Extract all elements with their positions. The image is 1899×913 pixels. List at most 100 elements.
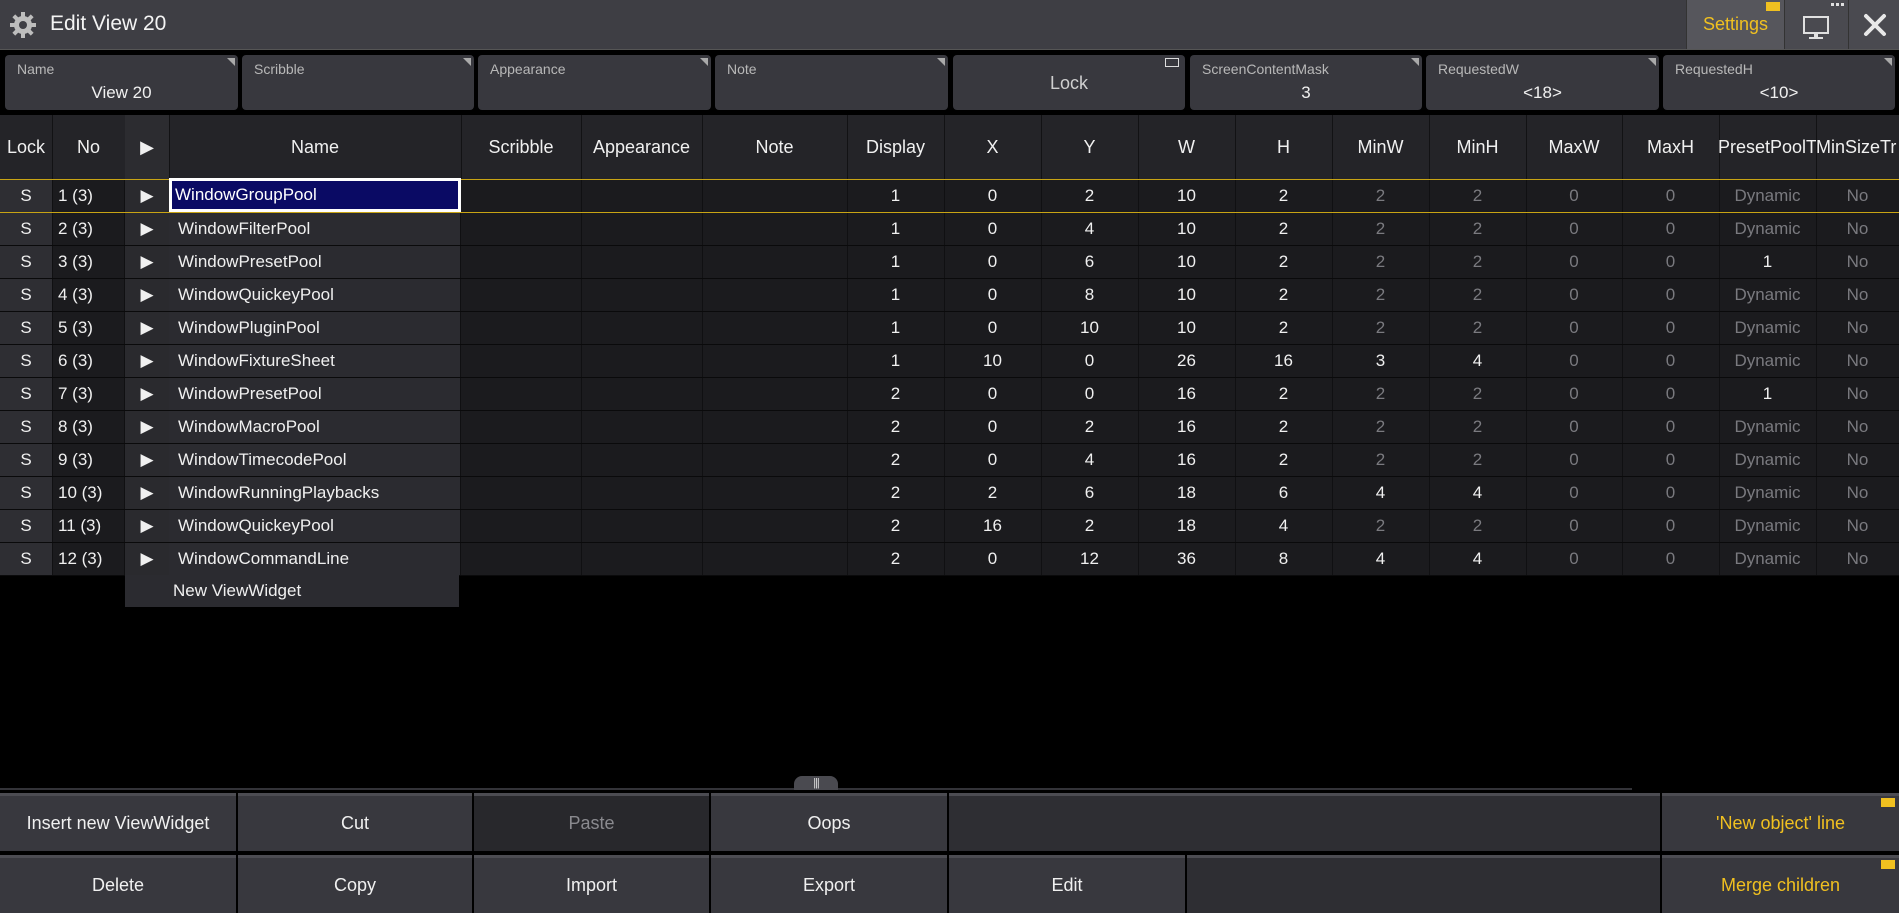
column-header-name[interactable]: Name: [169, 115, 462, 179]
cell-h[interactable]: 8: [1235, 543, 1333, 575]
cell-x[interactable]: 0: [944, 180, 1042, 212]
cell-preset-pool[interactable]: Dynamic: [1719, 279, 1817, 311]
appearance-field[interactable]: Appearance: [478, 55, 711, 110]
cell-note[interactable]: [702, 279, 848, 311]
table-row[interactable]: S2 (3) ▶ WindowFilterPool 1 0 4 10 2 2 2 0 0 Dynamic…: [0, 213, 1899, 246]
cell-display[interactable]: 1: [847, 246, 945, 278]
cell-scribble[interactable]: [461, 312, 582, 344]
cell-maxh[interactable]: 0: [1622, 444, 1720, 476]
cell-preset-pool[interactable]: Dynamic: [1719, 543, 1817, 575]
cell-appearance[interactable]: [581, 180, 703, 212]
cell-h[interactable]: 16: [1235, 345, 1333, 377]
cell-lock[interactable]: S: [0, 279, 53, 311]
cell-x[interactable]: 10: [944, 345, 1042, 377]
cell-minw[interactable]: 2: [1332, 279, 1430, 311]
scribble-field[interactable]: Scribble: [242, 55, 474, 110]
cell-display[interactable]: 2: [847, 543, 945, 575]
name-field[interactable]: Name View 20: [5, 55, 238, 110]
cell-note[interactable]: [702, 543, 848, 575]
table-row[interactable]: S7 (3) ▶ WindowPresetPool 2 0 0 16 2 2 2 0 0 1 No: [0, 378, 1899, 411]
cell-scribble[interactable]: [461, 180, 582, 212]
cell-min-size[interactable]: No: [1816, 411, 1899, 443]
display-button[interactable]: [1784, 0, 1848, 49]
oops-button[interactable]: Oops: [711, 793, 947, 851]
table-row[interactable]: S4 (3) ▶ WindowQuickeyPool 1 0 8 10 2 2 2 0 0 Dynami…: [0, 279, 1899, 312]
cell-scribble[interactable]: [461, 543, 582, 575]
cell-min-size[interactable]: No: [1816, 312, 1899, 344]
cell-maxw[interactable]: 0: [1526, 543, 1623, 575]
cell-y[interactable]: 12: [1041, 543, 1139, 575]
cell-maxh[interactable]: 0: [1622, 411, 1720, 443]
table-row[interactable]: S 10 (3) ▶ WindowRunningPlaybacks 2 2 6 18 6 4 4 0 0…: [0, 477, 1899, 510]
cell-w[interactable]: 10: [1138, 312, 1236, 344]
cell-no[interactable]: 3 (3): [52, 246, 125, 278]
insert-new-viewwidget-button[interactable]: Insert new ViewWidget: [0, 793, 236, 851]
cell-x[interactable]: 16: [944, 510, 1042, 542]
cell-minh[interactable]: 2: [1429, 312, 1527, 344]
cell-minw[interactable]: 4: [1332, 543, 1430, 575]
cell-y[interactable]: 2: [1041, 510, 1139, 542]
cell-maxh[interactable]: 0: [1622, 279, 1720, 311]
cell-min-size[interactable]: No: [1816, 444, 1899, 476]
table-row[interactable]: S6 (3) ▶ WindowFixtureSheet 1 10 0 26 16 3 4 0 0 Dyn…: [0, 345, 1899, 378]
cell-maxw[interactable]: 0: [1526, 213, 1623, 245]
cell-preset-pool[interactable]: Dynamic: [1719, 345, 1817, 377]
cell-note[interactable]: [702, 246, 848, 278]
column-header-lock[interactable]: Lock: [0, 115, 53, 179]
cell-lock[interactable]: S: [0, 180, 53, 212]
cell-x[interactable]: 2: [944, 477, 1042, 509]
cell-no[interactable]: 2 (3): [52, 213, 125, 245]
cell-arrow[interactable]: ▶: [125, 213, 170, 245]
cell-preset-pool[interactable]: Dynamic: [1719, 477, 1817, 509]
cell-name[interactable]: WindowCommandLine: [169, 543, 461, 575]
cell-preset-pool[interactable]: Dynamic: [1719, 312, 1817, 344]
cell-name[interactable]: WindowFilterPool: [169, 213, 461, 245]
cell-arrow[interactable]: ▶: [125, 444, 170, 476]
cell-name[interactable]: WindowFixtureSheet: [169, 345, 461, 377]
column-header-h[interactable]: H: [1235, 115, 1333, 179]
cell-h[interactable]: 2: [1235, 378, 1333, 410]
cell-w[interactable]: 10: [1138, 279, 1236, 311]
cell-min-size[interactable]: No: [1816, 543, 1899, 575]
cell-minh[interactable]: 4: [1429, 477, 1527, 509]
cell-h[interactable]: 4: [1235, 510, 1333, 542]
cell-scribble[interactable]: [461, 378, 582, 410]
cell-w[interactable]: 18: [1138, 510, 1236, 542]
table-row[interactable]: S9 (3) ▶ WindowTimecodePool 2 0 4 16 2 2 2 0 0 Dynam…: [0, 444, 1899, 477]
cell-maxw[interactable]: 0: [1526, 477, 1623, 509]
cell-w[interactable]: 26: [1138, 345, 1236, 377]
cell-arrow[interactable]: ▶: [125, 246, 170, 278]
cell-h[interactable]: 2: [1235, 180, 1333, 212]
cell-appearance[interactable]: [581, 378, 703, 410]
cell-no[interactable]: 11 (3): [52, 510, 125, 542]
cell-appearance[interactable]: [581, 279, 703, 311]
cell-lock[interactable]: S: [0, 543, 53, 575]
cell-lock[interactable]: S: [0, 411, 53, 443]
import-button[interactable]: Import: [474, 855, 709, 913]
cell-maxw[interactable]: 0: [1526, 510, 1623, 542]
column-header-maxh[interactable]: MaxH: [1622, 115, 1720, 179]
cell-no[interactable]: 9 (3): [52, 444, 125, 476]
cell-note[interactable]: [702, 345, 848, 377]
cell-minh[interactable]: 2: [1429, 378, 1527, 410]
cell-w[interactable]: 10: [1138, 213, 1236, 245]
gear-icon[interactable]: [8, 10, 38, 40]
cell-h[interactable]: 2: [1235, 279, 1333, 311]
cell-lock[interactable]: S: [0, 444, 53, 476]
column-header-appearance[interactable]: Appearance: [581, 115, 703, 179]
cell-no[interactable]: 5 (3): [52, 312, 125, 344]
cell-y[interactable]: 4: [1041, 444, 1139, 476]
cell-y[interactable]: 6: [1041, 246, 1139, 278]
cell-note[interactable]: [702, 411, 848, 443]
cell-appearance[interactable]: [581, 246, 703, 278]
cell-arrow[interactable]: ▶: [125, 411, 170, 443]
table-row[interactable]: S 12 (3) ▶ WindowCommandLine 2 0 12 36 8 4 4 0 0 Dyna…: [0, 543, 1899, 576]
cell-note[interactable]: [702, 477, 848, 509]
cell-minw[interactable]: 2: [1332, 411, 1430, 443]
cell-w[interactable]: 18: [1138, 477, 1236, 509]
column-header-min-size[interactable]: MinSizeTr: [1816, 115, 1899, 179]
cell-arrow[interactable]: ▶: [125, 279, 170, 311]
cell-display[interactable]: 2: [847, 378, 945, 410]
cell-y[interactable]: 10: [1041, 312, 1139, 344]
cell-min-size[interactable]: No: [1816, 213, 1899, 245]
